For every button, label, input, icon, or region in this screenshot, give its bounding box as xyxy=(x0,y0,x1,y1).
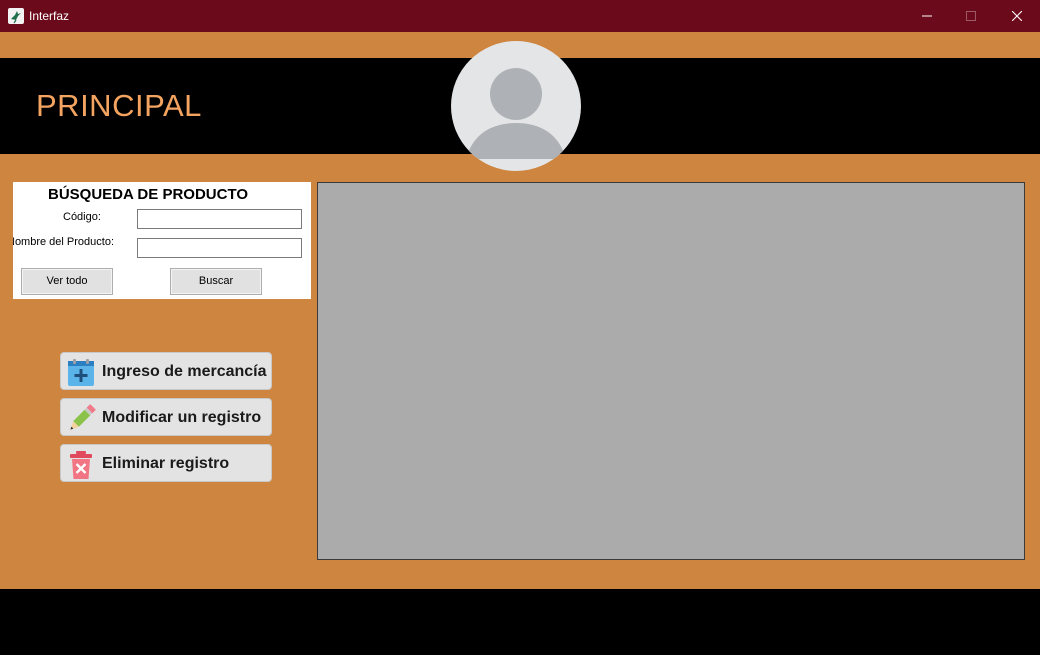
close-button[interactable] xyxy=(994,0,1040,32)
window-title-bar[interactable]: Interfaz xyxy=(0,0,1040,32)
code-label: Código: xyxy=(63,211,101,223)
maximize-icon xyxy=(966,11,976,21)
view-all-button[interactable]: Ver todo xyxy=(21,268,113,295)
product-search-panel: BÚSQUEDA DE PRODUCTO Código: Nombre del … xyxy=(13,182,311,299)
trash-delete-icon xyxy=(66,450,96,480)
records-data-grid[interactable] xyxy=(317,182,1025,560)
hummingbird-app-icon xyxy=(8,8,24,24)
product-name-label: Nombre del Producto: xyxy=(13,236,114,248)
code-input[interactable] xyxy=(137,209,302,229)
user-avatar xyxy=(451,41,581,171)
search-panel-title: BÚSQUEDA DE PRODUCTO xyxy=(47,186,249,203)
minimize-button[interactable] xyxy=(904,0,950,32)
add-merchandise-label: Ingreso de mercancía xyxy=(102,363,267,380)
add-merchandise-button[interactable]: Ingreso de mercancía xyxy=(60,352,272,390)
delete-record-button[interactable]: Eliminar registro xyxy=(60,444,272,482)
window-title: Interfaz xyxy=(29,9,70,23)
search-button[interactable]: Buscar xyxy=(170,268,262,295)
footer-band xyxy=(0,589,1040,655)
modify-record-button[interactable]: Modificar un registro xyxy=(60,398,272,436)
close-icon xyxy=(1012,11,1022,21)
delete-record-label: Eliminar registro xyxy=(102,455,230,472)
user-silhouette-icon xyxy=(466,68,566,159)
minimize-icon xyxy=(922,15,932,17)
page-title: PRINCIPAL xyxy=(36,88,202,123)
modify-record-label: Modificar un registro xyxy=(102,409,262,426)
calendar-add-icon xyxy=(66,358,96,388)
product-name-input[interactable] xyxy=(137,238,302,258)
pencil-icon xyxy=(66,404,96,434)
maximize-button[interactable] xyxy=(948,0,994,32)
